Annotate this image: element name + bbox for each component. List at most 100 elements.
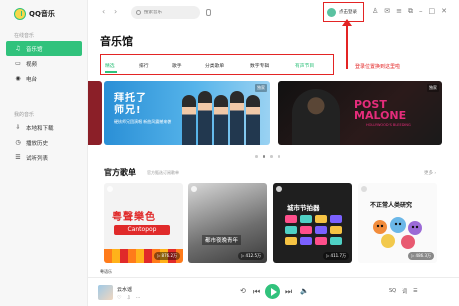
play-count: ▷ 412.5万 [238, 252, 264, 260]
close-icon[interactable]: ✕ [441, 7, 447, 16]
search-box[interactable] [131, 6, 200, 19]
next-icon[interactable]: ⏭ [285, 287, 292, 297]
banner-title: 拜托了 师兄! [114, 93, 147, 116]
play-count: ▷ 486.3万 [408, 252, 434, 260]
doodle-creatures-art [373, 217, 422, 249]
song-title[interactable]: 云水谣 [117, 286, 132, 293]
nav-group-label: 我的音乐 [14, 112, 35, 118]
lyrics-button[interactable]: 词 [402, 288, 407, 295]
sidebar-item-history[interactable]: ◷ 播放历史 [6, 135, 82, 150]
minimize-mini-icon[interactable]: ⧉ [408, 7, 413, 16]
play-button[interactable] [265, 284, 280, 299]
app-logo: QQ音乐 [14, 8, 55, 20]
active-tab-underline [105, 71, 117, 73]
playlist-art-text: 都市夜晚青年 [202, 235, 242, 245]
carousel-dot[interactable] [255, 155, 258, 158]
sidebar-item-listen-list[interactable]: ☰ 试听列表 [6, 150, 82, 165]
maximize-icon[interactable]: □ [429, 7, 436, 16]
banner-prev-peek[interactable] [88, 81, 102, 145]
tshirt-icon[interactable]: ♙ [372, 7, 378, 16]
forward-arrow-icon[interactable]: › [114, 7, 117, 16]
play-icon [270, 287, 277, 296]
card-caption[interactable]: 粤语乐 [100, 269, 112, 275]
volume-icon[interactable]: 🔈 [300, 287, 309, 295]
tab-ranking[interactable]: 排行 [139, 62, 149, 69]
sidebar-item-radio[interactable]: ◉ 电台 [6, 71, 82, 86]
history-icon: ◷ [15, 139, 21, 146]
sidebar-item-video[interactable]: ▭ 视频 [6, 56, 82, 71]
banner-slide[interactable]: 拜托了 师兄! 硬核师兄团演唱 新曲风震撼来袭 独家 [104, 81, 270, 145]
player-bar: 云水谣 ♡ ⇩ ⋯ ⟲ ⏮ ⏭ 🔈 SQ 词 ☰ [88, 277, 459, 306]
beat-pads-art [285, 215, 342, 245]
carousel-dot[interactable] [270, 155, 273, 158]
search-icon [136, 10, 141, 15]
app-name: QQ音乐 [29, 10, 55, 18]
tab-categories[interactable]: 分类歌单 [205, 62, 224, 69]
badge-icon [191, 186, 197, 192]
sidebar-item-label: 电台 [26, 76, 38, 83]
carousel-indicator [255, 155, 280, 158]
download-icon: ⇩ [15, 124, 21, 131]
banner-slide[interactable]: POST MALONE HOLLYWOOD'S BLEEDING 独家 [278, 81, 442, 145]
page-title: 音乐馆 [100, 35, 133, 48]
qq-music-logo-icon [14, 8, 26, 20]
music-note-icon: ♫ [15, 45, 21, 52]
banner-group-photo [182, 91, 260, 145]
playlist-art-text: 粤聲樂色 [112, 212, 156, 223]
back-arrow-icon[interactable]: ‹ [102, 7, 105, 16]
microphone-icon[interactable] [206, 9, 211, 16]
tab-featured[interactable]: 精选 [105, 62, 115, 69]
playlist-art-text: Cantopop [114, 225, 170, 235]
download-icon[interactable]: ⇩ [126, 295, 130, 301]
sidebar-item-label: 视频 [26, 61, 38, 68]
quality-badge[interactable]: SQ [389, 288, 396, 295]
heart-icon[interactable]: ♡ [117, 295, 121, 301]
playlist-art-text: 城市节拍器 [287, 204, 320, 212]
my-music-group: 我的音乐 ⇩ 本地和下载 ◷ 播放历史 ☰ 试听列表 [0, 110, 88, 165]
playlist-card[interactable]: 都市夜晚青年 ▷ 412.5万 [188, 183, 267, 263]
tab-audio-programs[interactable]: 有声节目 [295, 62, 314, 69]
main-tabs: 精选 排行 歌手 分类歌单 数字专辑 有声节目 [100, 54, 334, 75]
settings-icon[interactable]: ≡ [396, 7, 402, 16]
carousel-dot[interactable] [277, 155, 280, 158]
prev-icon[interactable]: ⏮ [253, 287, 260, 297]
annotation-text: 登录位置换到这里啦 [355, 64, 401, 70]
section-subtitle: 官方甄选订阅歌单 [147, 170, 179, 175]
exclusive-badge: 独家 [427, 84, 439, 92]
playlist-icon: ☰ [15, 154, 21, 161]
search-input[interactable] [144, 10, 199, 15]
play-count: ▷ 876.2万 [154, 252, 180, 260]
more-link[interactable]: 更多 › [424, 170, 436, 176]
album-cover[interactable] [98, 285, 113, 300]
online-music-group: 在线音乐 ♫ 音乐馆 ▭ 视频 ◉ 电台 [0, 31, 88, 86]
nav-group-label: 在线音乐 [14, 33, 35, 39]
sidebar-item-label: 试听列表 [26, 155, 49, 162]
sidebar-item-label: 播放历史 [26, 140, 49, 147]
banner-subtitle: HOLLYWOOD'S BLEEDING [366, 123, 411, 127]
sidebar-item-music-hall[interactable]: ♫ 音乐馆 [6, 41, 82, 56]
playlist-card[interactable]: 粤聲樂色 Cantopop ▷ 876.2万 [104, 183, 183, 263]
playlist-card[interactable]: 不正常人类研究 ▷ 486.3万 [358, 183, 437, 263]
mail-icon[interactable]: ✉ [384, 7, 390, 16]
qq-music-window: QQ音乐 在线音乐 ♫ 音乐馆 ▭ 视频 ◉ 电台 我的音乐 ⇩ 本地和下载 ◷… [0, 0, 459, 306]
window-icons: ♙ ✉ ≡ ⧉ – □ ✕ [372, 7, 447, 16]
minimize-icon[interactable]: – [419, 7, 423, 16]
topbar: ‹ › 点击登录 ♙ ✉ ≡ ⧉ – □ ✕ [88, 0, 459, 26]
more-icon[interactable]: ⋯ [136, 295, 141, 301]
login-label: 点击登录 [339, 10, 357, 15]
sidebar-item-local-download[interactable]: ⇩ 本地和下载 [6, 120, 82, 135]
player-right-controls: SQ 词 ☰ [389, 288, 418, 295]
playlist-card[interactable]: 城市节拍器 ▷ 411.7万 [273, 183, 352, 263]
banner-subtitle: 硬核师兄团演唱 新曲风震撼来袭 [114, 119, 172, 124]
tab-digital-albums[interactable]: 数字专辑 [250, 62, 269, 69]
loop-icon[interactable]: ⟲ [240, 287, 246, 295]
sidebar-item-label: 音乐馆 [26, 46, 43, 53]
banner-artist-photo [292, 89, 340, 145]
badge-icon [361, 186, 367, 192]
avatar [327, 7, 336, 17]
playlist-icon[interactable]: ☰ [413, 288, 417, 295]
carousel-dot[interactable] [262, 155, 265, 158]
tab-singers[interactable]: 歌手 [172, 62, 182, 69]
card-captions: 粤语乐 [100, 269, 112, 275]
badge-icon [276, 186, 282, 192]
